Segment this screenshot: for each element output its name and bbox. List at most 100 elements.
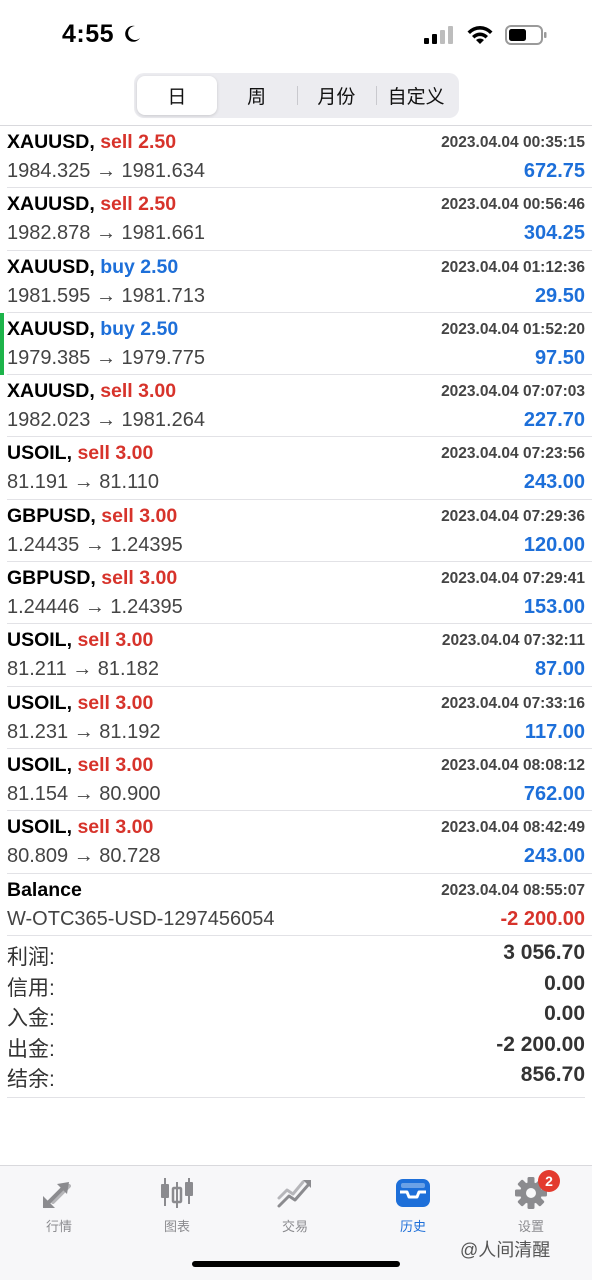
summary-label: 出金: xyxy=(7,1037,55,1061)
balance-account: W-OTC365-USD-1297456054 xyxy=(7,907,275,930)
tab-history[interactable]: 历史 xyxy=(354,1174,472,1238)
trade-time: 2023.04.04 00:56:46 xyxy=(441,196,585,214)
trade-symbol: USOIL, xyxy=(7,442,73,465)
trade-symbol: XAUUSD, xyxy=(7,193,95,216)
trade-profit: 120.00 xyxy=(523,533,585,556)
selected-row-indicator xyxy=(0,312,4,375)
trade-row[interactable]: GBPUSD, sell 3.00 2023.04.04 07:29:41 1.… xyxy=(7,562,592,625)
trade-time: 2023.04.04 07:23:56 xyxy=(441,445,585,463)
trade-symbol: USOIL, xyxy=(7,753,73,776)
trade-side: sell 3.00 xyxy=(77,629,154,652)
balance-row[interactable]: Balance 2023.04.04 08:55:07 W-OTC365-USD… xyxy=(7,874,592,936)
trade-profit: 243.00 xyxy=(523,845,585,868)
status-bar: 4:55 xyxy=(0,0,592,70)
summary-row-withdrawal: 出金: -2 200.00 xyxy=(7,1030,585,1061)
cellular-signal-icon xyxy=(424,26,453,44)
home-indicator[interactable] xyxy=(192,1261,400,1267)
trade-side: buy 2.50 xyxy=(100,255,179,278)
trade-row[interactable]: USOIL, sell 3.00 2023.04.04 08:42:49 80.… xyxy=(7,811,592,874)
trade-prices: 1982.878 → 1981.661 xyxy=(7,222,205,245)
trade-prices: 1982.023 → 1981.264 xyxy=(7,409,205,432)
tab-label: 历史 xyxy=(399,1219,426,1234)
trade-prices: 80.809 → 80.728 xyxy=(7,845,161,868)
trade-time: 2023.04.04 07:32:11 xyxy=(441,632,585,650)
tab-week[interactable]: 周 xyxy=(217,76,297,115)
trade-symbol: XAUUSD, xyxy=(7,131,95,153)
trade-prices: 81.231 → 81.192 xyxy=(7,720,161,743)
trade-symbol: USOIL, xyxy=(7,629,73,652)
summary-value: 0.00 xyxy=(544,971,585,995)
summary-row-profit: 利润: 3 056.70 xyxy=(7,938,585,969)
trade-row[interactable]: XAUUSD, sell 3.00 2023.04.04 07:07:03 19… xyxy=(7,375,592,438)
trade-profit: 97.50 xyxy=(534,346,585,369)
trade-side: sell 2.50 xyxy=(100,131,177,153)
trade-side: sell 3.00 xyxy=(77,691,154,714)
moon-icon xyxy=(125,25,140,42)
summary-row-balance: 结余: 856.70 xyxy=(7,1060,585,1091)
watermark: @人间清醒 xyxy=(460,1240,551,1260)
trade-time: 2023.04.04 08:08:12 xyxy=(441,756,585,774)
trade-time: 2023.04.04 07:07:03 xyxy=(441,383,585,401)
trade-row[interactable]: XAUUSD, sell 2.50 2023.04.04 00:56:46 19… xyxy=(7,188,592,251)
summary-section: 利润: 3 056.70 信用: 0.00 入金: 0.00 出金: -2 20… xyxy=(7,938,585,1098)
tab-label: 行情 xyxy=(45,1219,72,1234)
trade-time: 2023.04.04 01:52:20 xyxy=(441,320,585,338)
trade-row[interactable]: XAUUSD, sell 2.50 2023.04.04 00:35:15 19… xyxy=(7,126,592,189)
trade-row-selected[interactable]: XAUUSD, buy 2.50 2023.04.04 01:52:20 197… xyxy=(0,312,592,376)
history-list: XAUUSD, sell 2.50 2023.04.04 00:35:15 19… xyxy=(0,126,592,936)
trade-side: sell 3.00 xyxy=(101,567,178,590)
trade-row[interactable]: USOIL, sell 3.00 2023.04.04 07:33:16 81.… xyxy=(7,687,592,749)
trade-symbol: XAUUSD, xyxy=(7,255,95,278)
quotes-arrows-icon xyxy=(43,1182,71,1208)
clock: 4:55 xyxy=(62,20,115,48)
trade-trend-icon xyxy=(277,1180,311,1208)
tab-label: 设置 xyxy=(517,1219,544,1234)
notification-badge: 2 xyxy=(538,1170,560,1192)
tab-label: 交易 xyxy=(281,1219,308,1234)
trade-symbol: XAUUSD, xyxy=(7,380,95,403)
trade-row[interactable]: XAUUSD, buy 2.50 2023.04.04 01:12:36 198… xyxy=(7,251,592,313)
balance-label: Balance xyxy=(7,878,82,901)
trade-profit: 153.00 xyxy=(523,596,585,619)
summary-label: 入金: xyxy=(7,1007,55,1030)
trade-symbol: USOIL, xyxy=(7,691,73,714)
summary-value: 0.00 xyxy=(544,1002,585,1025)
trade-row[interactable]: GBPUSD, sell 3.00 2023.04.04 07:29:36 1.… xyxy=(7,500,592,563)
trade-prices: 1981.595 → 1981.713 xyxy=(7,284,205,307)
trade-side: sell 2.50 xyxy=(100,193,177,216)
trade-time: 2023.04.04 00:35:15 xyxy=(441,134,585,151)
trade-prices: 1.24435 → 1.24395 xyxy=(7,533,183,556)
tab-day[interactable]: 日 xyxy=(137,76,217,115)
summary-label: 利润: xyxy=(7,946,55,969)
tab-quotes[interactable]: 行情 xyxy=(0,1174,118,1238)
trade-prices: 81.191 → 81.110 xyxy=(7,471,159,494)
summary-value: -2 200.00 xyxy=(496,1032,585,1056)
period-segmented-control: 日 周 月份 自定义 xyxy=(134,73,459,118)
summary-row-credit: 信用: 0.00 xyxy=(7,969,585,1000)
trade-side: sell 3.00 xyxy=(77,816,154,839)
trade-symbol: GBPUSD, xyxy=(7,567,96,590)
tab-month[interactable]: 月份 xyxy=(296,76,377,115)
trade-prices: 1984.325 → 1981.634 xyxy=(7,160,205,182)
trade-row[interactable]: USOIL, sell 3.00 2023.04.04 07:23:56 81.… xyxy=(7,437,592,500)
trade-row[interactable]: USOIL, sell 3.00 2023.04.04 08:08:12 81.… xyxy=(7,749,592,812)
trade-side: sell 3.00 xyxy=(77,442,154,465)
summary-value: 3 056.70 xyxy=(503,941,585,964)
tab-charts[interactable]: 图表 xyxy=(118,1174,236,1238)
tab-settings[interactable]: 2 设置 xyxy=(472,1170,590,1238)
tab-trade[interactable]: 交易 xyxy=(236,1174,354,1238)
trade-profit: 762.00 xyxy=(523,782,585,805)
trade-row[interactable]: USOIL, sell 3.00 2023.04.04 07:32:11 81.… xyxy=(7,624,592,687)
candlestick-chart-icon xyxy=(161,1178,193,1208)
trade-side: sell 3.00 xyxy=(101,504,178,527)
battery-icon xyxy=(505,25,547,45)
trade-profit: 87.00 xyxy=(534,658,585,681)
history-inbox-icon xyxy=(396,1179,430,1207)
trade-side: buy 2.50 xyxy=(100,317,179,340)
trade-profit: 243.00 xyxy=(523,471,585,494)
trade-side: sell 3.00 xyxy=(77,753,154,776)
tab-custom[interactable]: 自定义 xyxy=(376,76,456,115)
balance-amount: -2 200.00 xyxy=(500,907,585,930)
trade-prices: 1.24446 → 1.24395 xyxy=(7,596,183,619)
balance-time: 2023.04.04 08:55:07 xyxy=(441,881,585,899)
